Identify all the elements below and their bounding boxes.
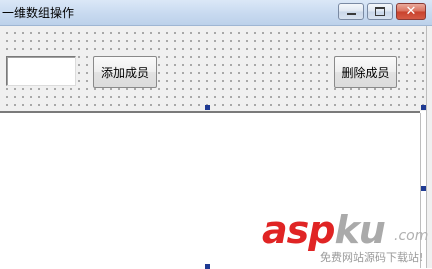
- window-controls: ✕: [338, 3, 426, 20]
- add-member-button[interactable]: 添加成员: [93, 56, 157, 88]
- resize-handle-right[interactable]: [421, 186, 426, 191]
- maximize-button[interactable]: [367, 3, 393, 20]
- window-title: 一维数组操作: [2, 6, 75, 20]
- close-button[interactable]: ✕: [396, 3, 426, 20]
- close-icon: ✕: [405, 4, 417, 19]
- resize-handle-top-right[interactable]: [421, 105, 426, 110]
- resize-handle-bottom[interactable]: [205, 264, 210, 269]
- app-window: 一维数组操作 ✕ 添加成员 删除成员 aspku .com 免费网站源码下载站!: [0, 0, 432, 269]
- title-bar[interactable]: 一维数组操作 ✕: [0, 0, 432, 26]
- watermark-suffix: .com: [394, 228, 429, 244]
- maximize-icon: [375, 7, 385, 16]
- watermark-main-red: asp: [262, 208, 335, 252]
- delete-member-button[interactable]: 删除成员: [334, 56, 397, 88]
- minimize-icon: [346, 13, 356, 15]
- member-input[interactable]: [6, 56, 76, 86]
- watermark-logo: aspku .com 免费网站源码下载站!: [262, 208, 432, 268]
- minimize-button[interactable]: [338, 3, 364, 20]
- resize-handle-top[interactable]: [205, 105, 210, 110]
- watermark-main-gray: ku: [334, 208, 385, 252]
- watermark-subtitle: 免费网站源码下载站!: [320, 251, 424, 264]
